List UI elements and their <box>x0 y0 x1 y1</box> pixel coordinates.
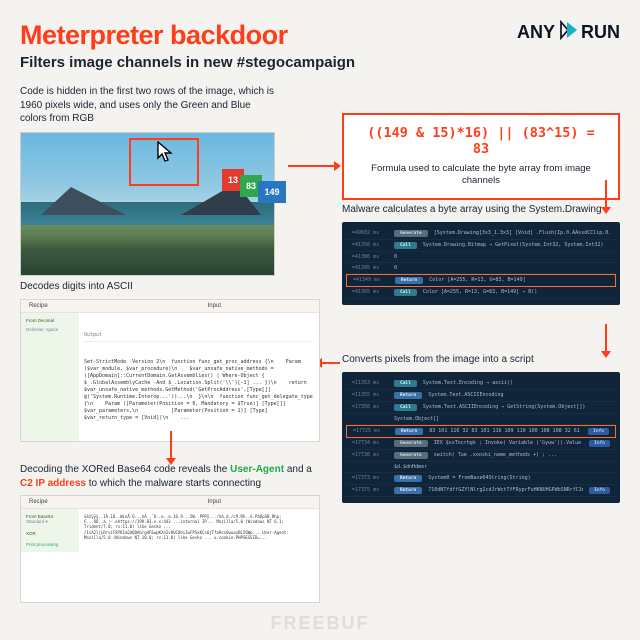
landscape-image: 13 83 149 <box>20 132 275 276</box>
cyberchef-ascii: Recipe Input From Decimal Delimiter: spa… <box>20 299 320 442</box>
trace-row: =41349 msReturnColor [A=255, R=13, G=83,… <box>346 274 616 287</box>
step5-caption: Decodes digits into ASCII <box>20 280 320 294</box>
arrow-4h <box>322 362 340 364</box>
trace-row: =41356 msCallSystem.Drawing.Bitmap → Get… <box>346 240 616 252</box>
logo-text-2: RUN <box>581 22 620 43</box>
op-delim: Delimiter: space <box>26 327 74 332</box>
trace-row: =17373 msReturnSystem0 = FromBase64Strin… <box>346 473 616 485</box>
ascii-code: Set-StrictMode -Version 2\n function fun… <box>84 359 314 422</box>
page-title: Meterpreter backdoor <box>20 20 288 51</box>
formula-box: ((149 & 15)*16) || (83^15) = 83 Formula … <box>342 113 620 200</box>
watermark: FREEBUF <box>271 613 370 634</box>
trace-row: =41365 msCallColor [A=255, R=13, G=83, B… <box>346 287 616 299</box>
step-image-extraction: Code is hidden in the first two rows of … <box>20 85 275 276</box>
step1-caption: Code is hidden in the first two rows of … <box>20 85 275 126</box>
rgb-chips: 13 83 149 <box>222 169 286 203</box>
trace-row: =41395 ms0 <box>346 263 616 274</box>
user-agent-highlight: User-Agent <box>230 464 284 475</box>
c6-mid: and a <box>284 464 312 475</box>
step6-caption: Decoding the XORed Base64 code reveals t… <box>20 463 320 490</box>
step-pixel-script: Converts pixels from the image into a sc… <box>342 353 620 503</box>
recipe-label: Recipe <box>21 300 56 312</box>
trace-row: =17375 msReturn710dNTfdffGZYlNlrg2cdJrWc… <box>346 485 616 497</box>
chip-blue: 149 <box>258 181 286 203</box>
logo: ANY RUN <box>517 20 620 45</box>
step3-caption: Malware calculates a byte array using th… <box>342 203 620 217</box>
op-from-decimal: From Decimal <box>26 318 74 323</box>
c6-pre: Decoding the XORed Base64 code reveals t… <box>20 464 230 475</box>
input-label: Input <box>200 300 229 312</box>
c6-post: to which the malware starts connecting <box>86 478 261 489</box>
trace-row: System.Object[] <box>346 414 616 425</box>
cyberchef-xor: Recipe Input From Base64 Standard ▾ XOR … <box>20 495 320 603</box>
recipe-label-2: Recipe <box>21 496 56 508</box>
formula-expression: ((149 & 15)*16) || (83^15) = 83 <box>356 125 606 157</box>
formula-description: Formula used to calculate the byte array… <box>356 163 606 188</box>
arrow-3v <box>605 324 607 352</box>
step4-caption: Converts pixels from the image into a sc… <box>342 353 620 367</box>
op-print: Print processing <box>26 542 74 547</box>
op-std: Standard ▾ <box>26 519 74 525</box>
recipe-side-2: From Base64 Standard ▾ XOR Print process… <box>21 509 79 552</box>
input-label-2: Input <box>200 496 229 508</box>
step-byte-array: Malware calculates a byte array using th… <box>342 203 620 305</box>
c2-highlight: C2 IP address <box>20 478 86 489</box>
page-subtitle: Filters image channels in new #stegocamp… <box>20 54 620 71</box>
trace-row: $d.$dnHdmer <box>346 462 616 473</box>
script-panel: =11353 msCallSystem.Text.Encoding → asci… <box>342 372 620 503</box>
xor-output: üèžÿÿÿ..1À.1Ò..WinÄ.Ò...hÀ..¨Ù..e..a.16.… <box>79 509 319 552</box>
arrowhead-1 <box>334 161 341 171</box>
step-ascii-decode: Decodes digits into ASCII Recipe Input F… <box>20 280 320 442</box>
header: Meterpreter backdoor ANY RUN <box>20 20 620 51</box>
trace-row: =17736 msGenerateswitch( Tue .xooski_nam… <box>346 450 616 462</box>
op-xor: XOR <box>26 531 74 536</box>
arrow-1 <box>288 165 334 167</box>
logo-text-1: ANY <box>517 22 555 43</box>
trace-row: =17725 msReturn83 101 116 32 83 101 116 … <box>346 425 616 438</box>
cursor-icon <box>156 141 174 168</box>
byte-array-panel: =49602 msGenerate[System.Drawing]3x3_1.3… <box>342 222 620 305</box>
step-xor-decode: Decoding the XORed Base64 code reveals t… <box>20 463 320 603</box>
trace-row: =17356 msCallSystem.Text.ASCIIEncoding →… <box>346 402 616 414</box>
trace-row: =41386 ms0 <box>346 252 616 263</box>
play-icon <box>558 20 578 45</box>
output-label: Output <box>84 332 314 342</box>
diagram-content: Code is hidden in the first two rows of … <box>20 85 620 605</box>
trace-row: =49602 msGenerate[System.Drawing]3x3_1.3… <box>346 228 616 240</box>
ascii-output: Output Set-StrictMode -Version 2\n funct… <box>79 313 319 441</box>
trace-row: =11353 msCallSystem.Text.Encoding → asci… <box>346 378 616 390</box>
trace-row: =17734 msGenerateIEX $sxTncrhgk ; Invoke… <box>346 438 616 450</box>
recipe-side: From Decimal Delimiter: space <box>21 313 79 441</box>
trace-row: =11355 msReturnSystem.Text.ASCIIEncoding <box>346 390 616 402</box>
